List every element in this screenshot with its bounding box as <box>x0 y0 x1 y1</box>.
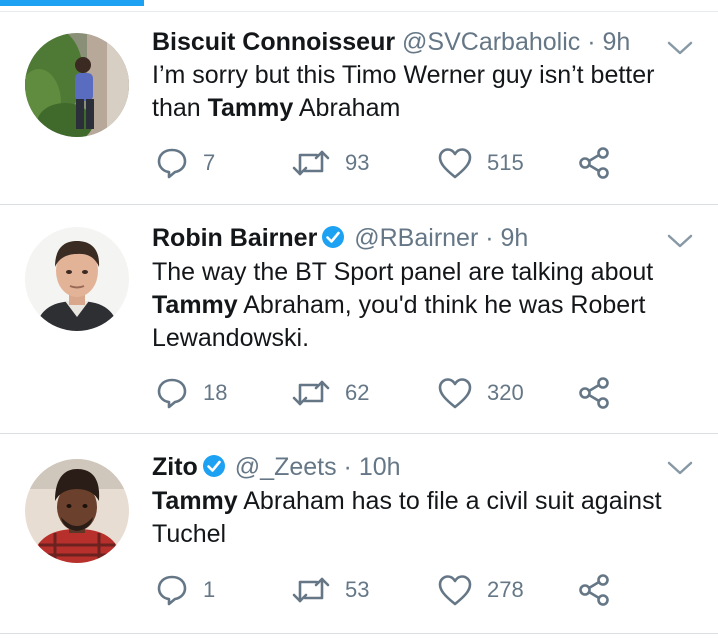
verified-badge-icon <box>202 454 226 485</box>
separator-dot: · <box>485 224 494 252</box>
tweet-header: Biscuit Connoisseur @SVCarbaholic · 9h <box>152 27 630 57</box>
active-tab-indicator <box>0 0 144 6</box>
retweet-icon <box>292 380 330 406</box>
reply-count: 7 <box>203 150 216 175</box>
tweet-text: I’m sorry but this Timo Werner guy isn’t… <box>152 59 702 125</box>
like-button[interactable]: 278 <box>437 573 524 607</box>
timestamp[interactable]: 9h <box>603 28 631 56</box>
share-icon <box>579 147 609 179</box>
separator-dot: · <box>587 28 596 56</box>
like-button[interactable]: 515 <box>437 146 524 180</box>
heart-icon <box>438 575 472 606</box>
reply-button[interactable]: 7 <box>155 146 215 180</box>
tweet-text-line: Tuchel <box>152 520 227 548</box>
user-handle[interactable]: @_Zeets <box>235 453 337 481</box>
chevron-down-icon <box>667 461 693 475</box>
share-icon <box>579 377 609 409</box>
tweet-text-line: The way the BT Sport panel are talking a… <box>152 258 654 286</box>
reply-count: 18 <box>203 380 228 405</box>
reply-icon <box>157 575 187 606</box>
chevron-down-icon <box>667 234 693 248</box>
tweet-card[interactable]: Biscuit Connoisseur @SVCarbaholic · 9h I… <box>0 12 718 205</box>
avatar[interactable] <box>25 33 129 137</box>
chevron-down-icon <box>667 41 693 55</box>
share-button[interactable] <box>577 146 611 180</box>
tweet-menu-button[interactable] <box>666 458 694 478</box>
verified-badge-icon <box>321 225 345 256</box>
like-count: 320 <box>487 380 524 405</box>
tweet-text-line: Tammy Abraham, you'd think he was Robert <box>152 291 646 319</box>
tweet-menu-button[interactable] <box>666 231 694 251</box>
tweet-header: Robin Bairner @RBairner · 9h <box>152 223 528 256</box>
tweet-card[interactable]: Robin Bairner @RBairner · 9h The way the… <box>0 205 718 434</box>
display-name[interactable]: Zito <box>152 453 198 481</box>
share-button[interactable] <box>577 376 611 410</box>
separator-dot: · <box>343 453 352 481</box>
reply-count: 1 <box>203 577 216 602</box>
like-button[interactable]: 320 <box>437 376 524 410</box>
tweet-text-line: Lewandowski. <box>152 324 310 352</box>
retweet-button[interactable]: 62 <box>291 376 369 410</box>
tweet-text-line: I’m sorry but this Timo Werner guy isn’t… <box>152 61 655 89</box>
avatar[interactable] <box>25 227 129 331</box>
reply-button[interactable]: 18 <box>155 376 227 410</box>
reply-icon <box>157 378 187 409</box>
share-button[interactable] <box>577 573 611 607</box>
like-count: 515 <box>487 150 524 175</box>
reply-button[interactable]: 1 <box>155 573 215 607</box>
heart-icon <box>438 378 472 409</box>
tweet-header: Zito @_Zeets · 10h <box>152 452 401 485</box>
display-name[interactable]: Biscuit Connoisseur <box>152 28 395 56</box>
timestamp[interactable]: 10h <box>359 453 401 481</box>
tweet-divider <box>0 633 718 634</box>
tweet-text: Tammy Abraham has to file a civil suit a… <box>152 485 702 551</box>
tweet-text: The way the BT Sport panel are talking a… <box>152 256 702 355</box>
tweet-card[interactable]: Zito @_Zeets · 10h Tammy Abraham has to … <box>0 434 718 634</box>
reply-icon <box>157 148 187 179</box>
tweet-menu-button[interactable] <box>666 38 694 58</box>
timestamp[interactable]: 9h <box>501 224 529 252</box>
retweet-icon <box>292 577 330 603</box>
avatar[interactable] <box>25 459 129 563</box>
retweet-count: 93 <box>345 150 370 175</box>
tweet-text-line: than Tammy Abraham <box>152 94 401 122</box>
retweet-button[interactable]: 93 <box>291 146 369 180</box>
like-count: 278 <box>487 577 524 602</box>
user-handle[interactable]: @RBairner <box>354 224 478 252</box>
share-icon <box>579 574 609 606</box>
tweet-text-line: Tammy Abraham has to file a civil suit a… <box>152 487 662 515</box>
retweet-button[interactable]: 53 <box>291 573 369 607</box>
retweet-count: 53 <box>345 577 370 602</box>
heart-icon <box>438 148 472 179</box>
display-name[interactable]: Robin Bairner <box>152 224 317 252</box>
retweet-icon <box>292 150 330 176</box>
retweet-count: 62 <box>345 380 370 405</box>
user-handle[interactable]: @SVCarbaholic <box>402 28 580 56</box>
